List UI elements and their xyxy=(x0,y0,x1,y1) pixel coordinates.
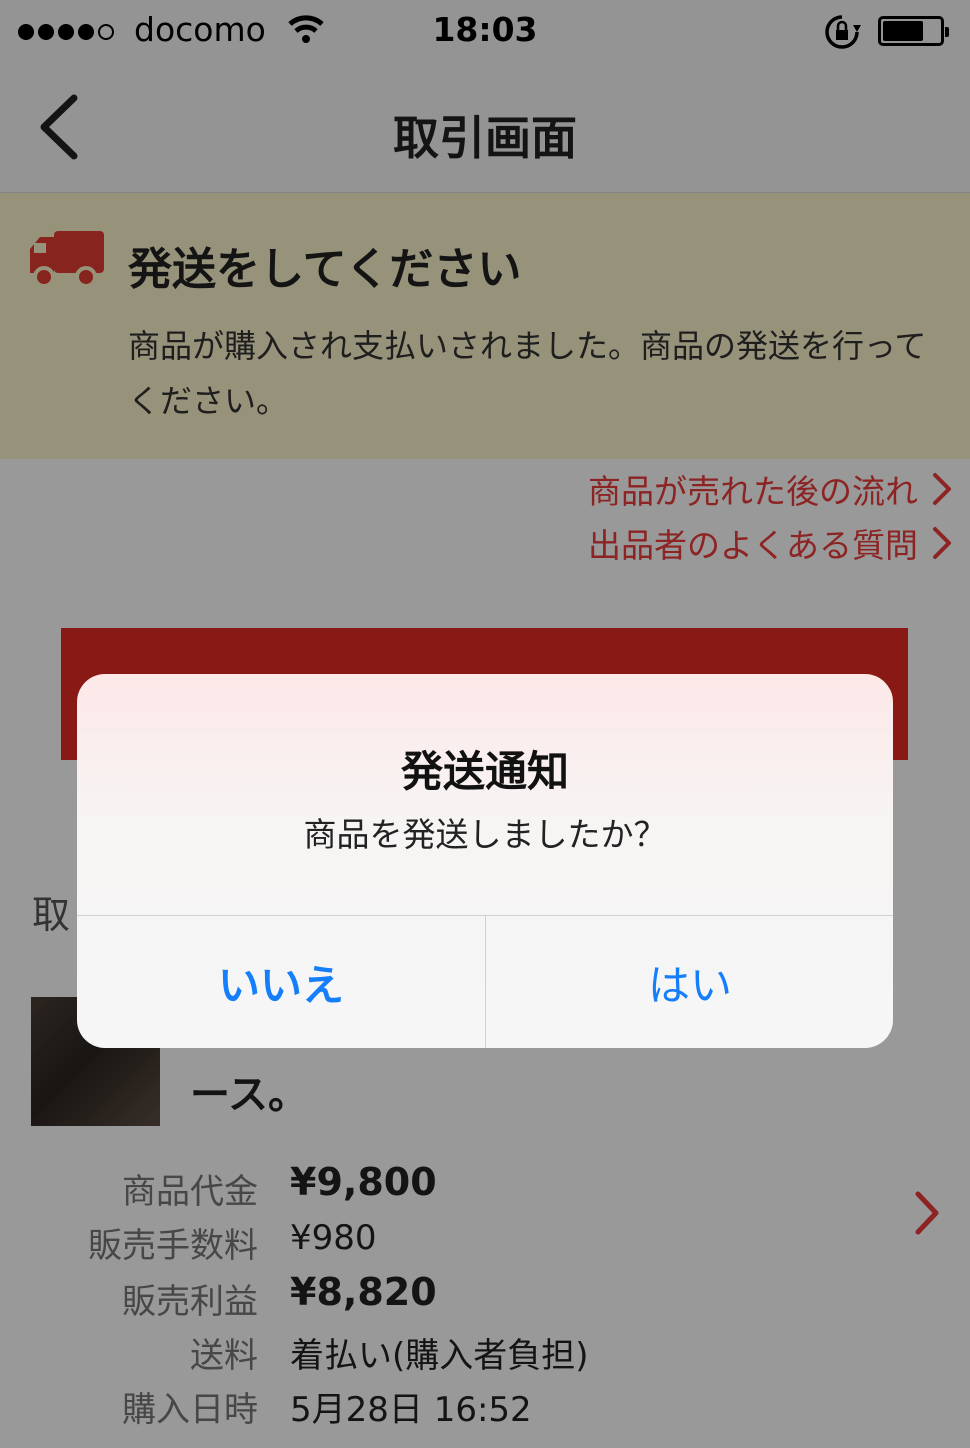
transaction-screen: docomo 18:03 取引画面 発送をしてください 商品が購入され支払いされ… xyxy=(0,0,970,1448)
shipping-confirm-dialog: 発送通知 商品を発送しましたか？ いいえ はい xyxy=(77,674,893,1048)
dialog-message: 商品を発送しましたか？ xyxy=(303,815,667,854)
dialog-title: 発送通知 xyxy=(400,747,569,796)
no-button[interactable]: いいえ xyxy=(77,916,485,1048)
yes-button[interactable]: はい xyxy=(486,916,893,1048)
